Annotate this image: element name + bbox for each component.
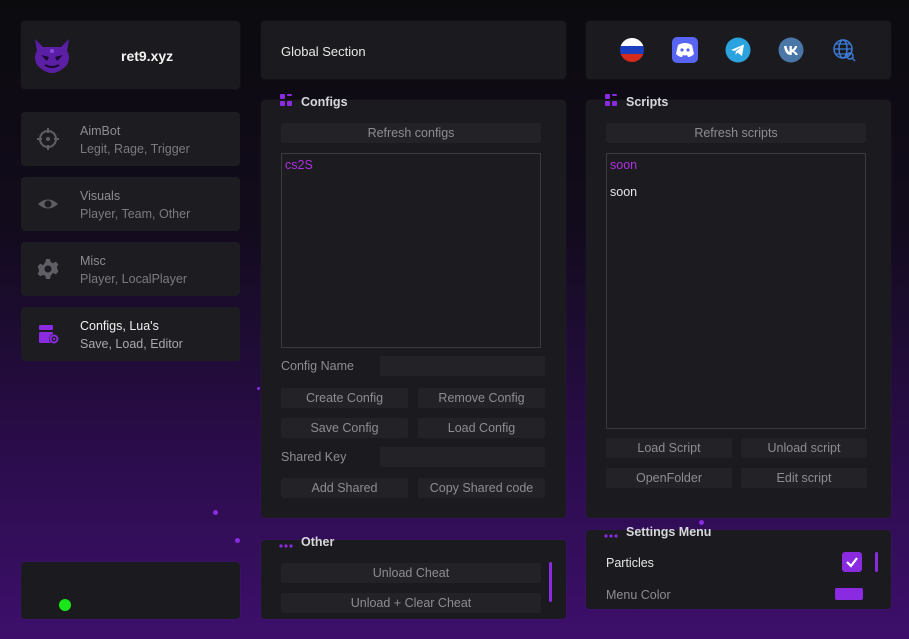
tab-subtitle: Save, Load, Editor: [80, 337, 183, 351]
unload-cheat-button[interactable]: Unload Cheat: [281, 563, 541, 583]
tab-title: Visuals: [80, 189, 121, 203]
list-item[interactable]: cs2S: [285, 158, 313, 172]
scripts-header: Scripts: [626, 95, 669, 109]
remove-config-button[interactable]: Remove Config: [418, 388, 545, 408]
other-header: Other: [301, 535, 335, 549]
tab-title: Configs, Lua's: [80, 319, 159, 333]
tab-visuals[interactable]: Visuals Player, Team, Other: [21, 177, 240, 231]
tab-subtitle: Player, LocalPlayer: [80, 272, 188, 286]
tab-title: AimBot: [80, 124, 121, 138]
social-bar: [586, 21, 891, 79]
app-title: ret9.xyz: [121, 48, 174, 64]
status-indicator: [59, 599, 71, 611]
refresh-configs-button[interactable]: Refresh configs: [281, 123, 541, 143]
settings-menu-panel: Settings Menu Particles Menu Color: [586, 525, 891, 609]
russia-flag-icon[interactable]: [619, 37, 645, 63]
config-name-input[interactable]: [380, 356, 545, 376]
check-icon: [846, 557, 858, 568]
refresh-scripts-button[interactable]: Refresh scripts: [606, 123, 866, 143]
tab-aimbot[interactable]: AimBot Legit, Rage, Trigger: [21, 112, 240, 166]
dots-icon: [279, 544, 293, 548]
edit-script-button[interactable]: Edit script: [741, 468, 867, 488]
tab-configs[interactable]: Configs, Lua's Save, Load, Editor: [21, 307, 240, 361]
global-section-label: Global Section: [281, 44, 366, 59]
config-lua-icon: [39, 325, 59, 344]
open-folder-button[interactable]: OpenFolder: [606, 468, 732, 488]
scrollbar[interactable]: [875, 552, 878, 572]
grid-icon: [280, 94, 292, 106]
particle: [257, 387, 260, 390]
telegram-icon[interactable]: [725, 37, 751, 63]
configs-header: Configs: [301, 95, 348, 109]
copy-shared-code-button[interactable]: Copy Shared code: [418, 478, 545, 498]
logo-panel: ret9.xyz: [21, 21, 240, 89]
particle: [235, 538, 240, 543]
shared-key-input[interactable]: [380, 447, 545, 467]
unload-clear-cheat-button[interactable]: Unload + Clear Cheat: [281, 593, 541, 613]
particles-label: Particles: [606, 556, 654, 570]
demon-logo-icon: [35, 39, 69, 73]
scripts-list[interactable]: soon soon: [606, 153, 866, 429]
crosshair-icon: [37, 128, 59, 150]
tab-title: Misc: [80, 254, 106, 268]
menu-color-label: Menu Color: [606, 588, 671, 602]
add-shared-button[interactable]: Add Shared: [281, 478, 408, 498]
save-config-button[interactable]: Save Config: [281, 418, 408, 438]
grid-icon: [605, 94, 617, 106]
config-name-label: Config Name: [281, 359, 354, 373]
list-item[interactable]: soon: [610, 158, 637, 172]
other-panel: Other Unload Cheat Unload + Clear Cheat: [261, 535, 566, 619]
particle: [213, 510, 218, 515]
scripts-panel: Scripts Refresh scripts soon soon Load S…: [586, 94, 891, 518]
settings-header: Settings Menu: [626, 525, 712, 539]
vk-icon[interactable]: [778, 37, 804, 63]
global-section: Global Section: [261, 21, 566, 79]
list-item[interactable]: soon: [610, 185, 637, 199]
globe-icon[interactable]: [831, 37, 857, 63]
shared-key-label: Shared Key: [281, 450, 347, 464]
load-script-button[interactable]: Load Script: [606, 438, 732, 458]
configs-list[interactable]: cs2S: [281, 153, 541, 348]
create-config-button[interactable]: Create Config: [281, 388, 408, 408]
unload-script-button[interactable]: Unload script: [741, 438, 867, 458]
tab-subtitle: Legit, Rage, Trigger: [80, 142, 190, 156]
tab-misc[interactable]: Misc Player, LocalPlayer: [21, 242, 240, 296]
status-panel: [21, 562, 240, 619]
eye-icon: [38, 199, 58, 209]
gear-icon: [37, 259, 59, 279]
tab-subtitle: Player, Team, Other: [80, 207, 191, 221]
load-config-button[interactable]: Load Config: [418, 418, 545, 438]
menu-color-picker[interactable]: [835, 588, 863, 600]
particles-checkbox[interactable]: [842, 552, 862, 572]
discord-icon[interactable]: [672, 37, 698, 63]
scrollbar[interactable]: [549, 562, 552, 602]
configs-panel: Configs Refresh configs cs2S Config Name…: [261, 94, 566, 518]
dots-icon: [604, 534, 618, 538]
